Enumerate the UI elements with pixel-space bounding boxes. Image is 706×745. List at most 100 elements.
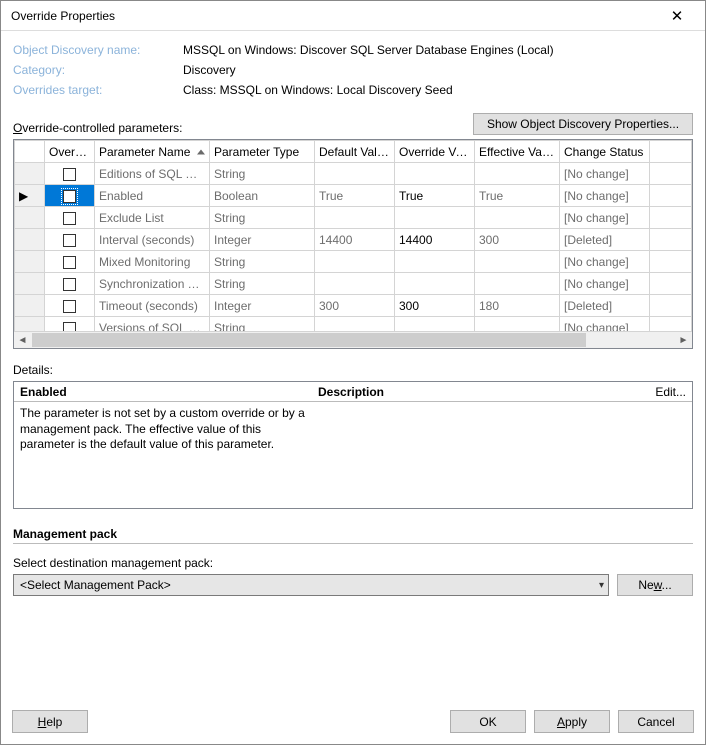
override-checkbox-cell[interactable] xyxy=(45,207,95,229)
col-change-status[interactable]: Change Status xyxy=(560,141,650,163)
table-row[interactable]: Editions of SQL Ser...String [No change] xyxy=(15,163,692,185)
details-edit-link[interactable]: Edit... xyxy=(655,385,692,399)
help-button[interactable]: Help xyxy=(12,710,88,733)
close-button[interactable]: ✕ xyxy=(657,2,697,30)
cell-pad xyxy=(650,295,692,317)
table-row[interactable]: Synchronization TimeString[No change] xyxy=(15,273,692,295)
cell-change-status: [Deleted] xyxy=(560,229,650,251)
table-row[interactable]: Exclude ListString[No change] xyxy=(15,207,692,229)
management-pack-sublabel: Select destination management pack: xyxy=(13,556,693,570)
cell-default-value xyxy=(315,273,395,295)
table-row[interactable]: Mixed MonitoringString[No change] xyxy=(15,251,692,273)
cell-override-value[interactable]: 14400 xyxy=(395,229,475,251)
cell-parameter-type: Integer xyxy=(210,229,315,251)
col-pad xyxy=(650,141,692,163)
scroll-left-icon[interactable]: ◄ xyxy=(14,332,31,348)
cell-override-value[interactable] xyxy=(395,251,475,273)
cell-effective-value xyxy=(475,251,560,273)
cell-default-value xyxy=(315,251,395,273)
dialog-footer: Help OK Apply Cancel xyxy=(0,710,706,745)
col-override[interactable]: Override xyxy=(45,141,95,163)
apply-button[interactable]: Apply xyxy=(534,710,610,733)
cell-effective-value xyxy=(475,207,560,229)
col-parameter-name[interactable]: Parameter Name xyxy=(95,141,210,163)
cell-parameter-type: Integer xyxy=(210,295,315,317)
cell-override-value[interactable] xyxy=(395,207,475,229)
cell-parameter-name: Versions of SQL Se... xyxy=(95,317,210,333)
row-marker xyxy=(15,229,45,251)
cell-override-value[interactable] xyxy=(395,273,475,295)
scroll-track[interactable] xyxy=(31,332,675,348)
cell-default-value: 300 xyxy=(315,295,395,317)
cell-pad xyxy=(650,163,692,185)
checkbox-icon[interactable] xyxy=(63,300,76,313)
ok-button[interactable]: OK xyxy=(450,710,526,733)
cell-override-value[interactable] xyxy=(395,317,475,333)
cell-pad xyxy=(650,229,692,251)
cell-override-value[interactable]: 300 xyxy=(395,295,475,317)
cell-parameter-type: String xyxy=(210,251,315,273)
cell-default-value xyxy=(315,317,395,333)
new-management-pack-button[interactable]: New... xyxy=(617,574,693,596)
table-row[interactable]: Versions of SQL Se...String[No change] xyxy=(15,317,692,333)
table-row[interactable]: ▶EnabledBooleanTrueTrueTrue[No change] xyxy=(15,185,692,207)
cell-override-value[interactable] xyxy=(395,163,475,185)
details-box: Enabled Description Edit... The paramete… xyxy=(13,381,693,509)
close-icon: ✕ xyxy=(671,7,684,25)
table-row[interactable]: Timeout (seconds)Integer300300180[Delete… xyxy=(15,295,692,317)
window-title: Override Properties xyxy=(11,9,115,23)
col-default-value[interactable]: Default Value xyxy=(315,141,395,163)
checkbox-icon[interactable] xyxy=(63,256,76,269)
chevron-down-icon: ▾ xyxy=(599,580,604,591)
cell-change-status: [No change] xyxy=(560,317,650,333)
col-override-value[interactable]: Override Value xyxy=(395,141,475,163)
cell-pad xyxy=(650,273,692,295)
override-checkbox-cell[interactable] xyxy=(45,251,95,273)
checkbox-icon[interactable] xyxy=(63,212,76,225)
row-marker xyxy=(15,207,45,229)
details-description-header: Description xyxy=(314,385,655,399)
details-param-name: Enabled xyxy=(14,385,314,399)
override-checkbox-cell[interactable] xyxy=(45,163,95,185)
checkbox-icon[interactable] xyxy=(63,234,76,247)
cell-effective-value: 300 xyxy=(475,229,560,251)
grid-corner xyxy=(15,141,45,163)
scroll-thumb[interactable] xyxy=(32,333,586,347)
show-properties-button[interactable]: Show Object Discovery Properties... xyxy=(473,113,693,135)
row-marker: ▶ xyxy=(15,185,45,207)
row-marker xyxy=(15,251,45,273)
cell-default-value: True xyxy=(315,185,395,207)
parameters-grid[interactable]: Override Parameter Name Parameter Type D… xyxy=(13,139,693,349)
override-checkbox-cell[interactable] xyxy=(45,229,95,251)
cell-change-status: [Deleted] xyxy=(560,295,650,317)
cell-parameter-name: Editions of SQL Ser... xyxy=(95,163,210,185)
override-checkbox-cell[interactable] xyxy=(45,273,95,295)
scroll-right-icon[interactable]: ► xyxy=(675,332,692,348)
checkbox-icon[interactable] xyxy=(63,168,76,181)
cell-override-value[interactable]: True xyxy=(395,185,475,207)
cell-parameter-name: Synchronization Time xyxy=(95,273,210,295)
cell-change-status: [No change] xyxy=(560,163,650,185)
cell-change-status: [No change] xyxy=(560,185,650,207)
details-body-text: The parameter is not set by a custom ove… xyxy=(14,402,314,457)
cell-default-value xyxy=(315,163,395,185)
override-checkbox-cell[interactable] xyxy=(45,185,95,207)
cell-parameter-type: String xyxy=(210,273,315,295)
table-row[interactable]: Interval (seconds)Integer1440014400300[D… xyxy=(15,229,692,251)
col-effective-value[interactable]: Effective Value xyxy=(475,141,560,163)
cell-parameter-type: String xyxy=(210,163,315,185)
checkbox-icon[interactable] xyxy=(63,278,76,291)
checkbox-icon[interactable] xyxy=(63,190,76,203)
cell-parameter-type: Boolean xyxy=(210,185,315,207)
horizontal-scrollbar[interactable]: ◄ ► xyxy=(14,331,692,348)
management-pack-select[interactable]: <Select Management Pack> ▾ xyxy=(13,574,609,596)
label-category: Category: xyxy=(13,63,183,77)
row-marker xyxy=(15,273,45,295)
cancel-button[interactable]: Cancel xyxy=(618,710,694,733)
col-parameter-type[interactable]: Parameter Type xyxy=(210,141,315,163)
cell-change-status: [No change] xyxy=(560,251,650,273)
override-checkbox-cell[interactable] xyxy=(45,295,95,317)
row-marker xyxy=(15,163,45,185)
value-discovery-name: MSSQL on Windows: Discover SQL Server Da… xyxy=(183,43,693,57)
override-checkbox-cell[interactable] xyxy=(45,317,95,333)
